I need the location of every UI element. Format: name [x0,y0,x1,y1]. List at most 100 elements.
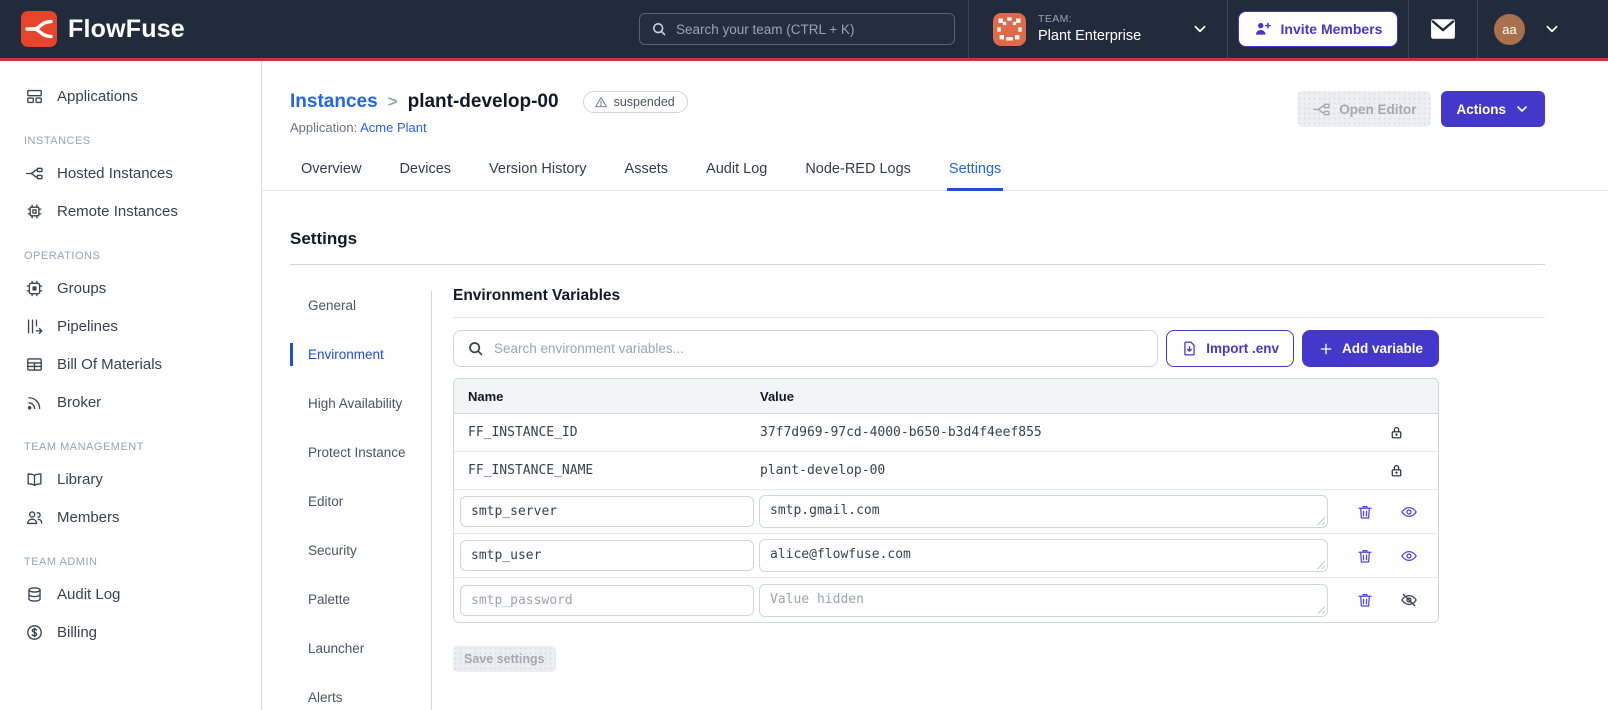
import-env-button[interactable]: Import .env [1166,330,1294,367]
team-search[interactable] [639,13,955,45]
tab-assets[interactable]: Assets [623,151,671,191]
sidebar-item-broker[interactable]: Broker [0,383,261,421]
user-menu[interactable]: aa [1478,0,1608,58]
sidebar-section-team-management: TEAM MANAGEMENT [24,441,144,453]
sidebar-item-library[interactable]: Library [0,460,261,498]
sidebar-item-remote-instances[interactable]: Remote Instances [0,192,261,230]
subnav-protect-instance[interactable]: Protect Instance [290,441,410,464]
mail-icon [1431,19,1455,39]
env-var-value-input[interactable] [759,583,1328,617]
env-var-name: FF_INSTANCE_ID [468,425,578,440]
open-editor-button[interactable]: Open Editor [1297,91,1432,127]
team-label: TEAM: [1038,13,1073,26]
cpu-icon [24,278,44,298]
env-var-value-input[interactable]: alice@flowfuse.com [759,539,1328,572]
lock-icon [1388,462,1405,479]
sidebar-item-bill-of-materials[interactable]: Bill Of Materials [0,345,261,383]
settings-subnav: General Environment High Availability Pr… [290,277,410,710]
sidebar-item-applications[interactable]: Applications [0,77,261,115]
subnav-launcher[interactable]: Launcher [290,637,410,660]
status-badge: suspended [582,91,688,113]
tab-version-history[interactable]: Version History [487,151,589,191]
delete-variable-button[interactable] [1356,547,1374,565]
top-navbar: FlowFuse TEAM: Plant Enterprise [0,0,1608,61]
user-plus-icon [1255,22,1271,35]
save-settings-button[interactable]: Save settings [453,646,556,672]
team-search-input[interactable] [676,21,943,37]
sidebar-item-label: Pipelines [57,317,118,335]
sidebar-item-members[interactable]: Members [0,498,261,536]
eye-icon[interactable] [1400,547,1418,565]
sidebar-item-billing[interactable]: Billing [0,613,261,651]
chevron-down-icon [1517,106,1527,112]
search-icon [653,23,666,36]
subnav-security[interactable]: Security [290,539,410,562]
table-row: FF_INSTANCE_ID 37f7d969-97cd-4000-b650-b… [454,414,1438,452]
subnav-editor[interactable]: Editor [290,490,410,513]
sidebar-item-label: Audit Log [57,585,121,603]
brand-name: FlowFuse [68,14,185,43]
subnav-alerts[interactable]: Alerts [290,686,410,709]
broadcast-icon [24,392,44,412]
table-row: FF_INSTANCE_NAME plant-develop-00 [454,452,1438,490]
column-header-value: Value [760,388,794,404]
env-var-name-input[interactable] [460,584,754,616]
sidebar-item-label: Groups [57,279,107,297]
tab-audit-log[interactable]: Audit Log [704,151,769,191]
sidebar-item-label: Members [57,508,120,526]
chevron-down-icon [1194,25,1206,33]
env-var-name-input[interactable] [460,496,754,527]
env-var-value: 37f7d969-97cd-4000-b650-b3d4f4eef855 [760,425,1042,440]
tab-settings[interactable]: Settings [946,151,1004,191]
tab-node-red-logs[interactable]: Node-RED Logs [803,151,913,191]
sidebar-item-label: Applications [57,87,138,105]
sidebar-item-audit-log[interactable]: Audit Log [0,575,261,613]
subnav-general[interactable]: General [290,294,410,317]
search-icon [469,342,483,356]
env-var-name: FF_INSTANCE_NAME [468,463,594,478]
env-search[interactable] [453,330,1159,367]
table-row: smtp.gmail.com [454,490,1438,534]
delete-variable-button[interactable] [1356,503,1374,521]
add-variable-button[interactable]: Add variable [1301,330,1439,367]
subnav-high-availability[interactable]: High Availability [290,392,410,415]
table-icon [24,354,44,374]
sidebar-item-label: Billing [57,623,98,641]
subnav-environment[interactable]: Environment [290,343,410,366]
eye-icon[interactable] [1400,503,1418,521]
sidebar-item-label: Library [57,470,103,488]
sidebar: Applications INSTANCES Hosted Instances … [0,61,262,710]
env-var-value-input[interactable]: smtp.gmail.com [759,495,1328,528]
tab-overview[interactable]: Overview [299,151,363,191]
tab-devices[interactable]: Devices [397,151,453,191]
application-link[interactable]: Acme Plant [360,120,426,135]
user-avatar: aa [1494,13,1525,45]
sidebar-section-instances: INSTANCES [24,135,91,147]
env-search-input[interactable] [494,341,1145,356]
divider [453,317,1545,318]
actions-button[interactable]: Actions [1441,91,1545,127]
dollar-circle-icon [24,622,44,642]
notifications-button[interactable] [1409,0,1477,58]
delete-variable-button[interactable] [1356,591,1374,609]
brand[interactable]: FlowFuse [0,0,639,58]
invite-members-button[interactable]: Invite Members [1237,11,1399,47]
document-download-icon [1184,341,1195,356]
book-icon [24,469,44,489]
sidebar-item-groups[interactable]: Groups [0,269,261,307]
sidebar-item-hosted-instances[interactable]: Hosted Instances [0,154,261,192]
sidebar-item-pipelines[interactable]: Pipelines [0,307,261,345]
eye-off-icon[interactable] [1400,591,1418,609]
team-name: Plant Enterprise [1038,27,1142,44]
env-var-name-input[interactable] [460,540,754,571]
breadcrumb-instances-link[interactable]: Instances [290,91,378,113]
env-var-value: plant-develop-00 [760,463,886,478]
flowfuse-logo-icon [21,11,57,47]
subnav-palette[interactable]: Palette [290,588,410,611]
divider [290,264,1545,265]
main-content: Instances > plant-develop-00 suspended A… [262,61,1608,710]
team-switcher[interactable]: TEAM: Plant Enterprise [969,0,1227,58]
breadcrumb-separator: > [387,92,398,111]
warning-icon [594,97,607,108]
sidebar-section-team-admin: TEAM ADMIN [24,556,98,568]
